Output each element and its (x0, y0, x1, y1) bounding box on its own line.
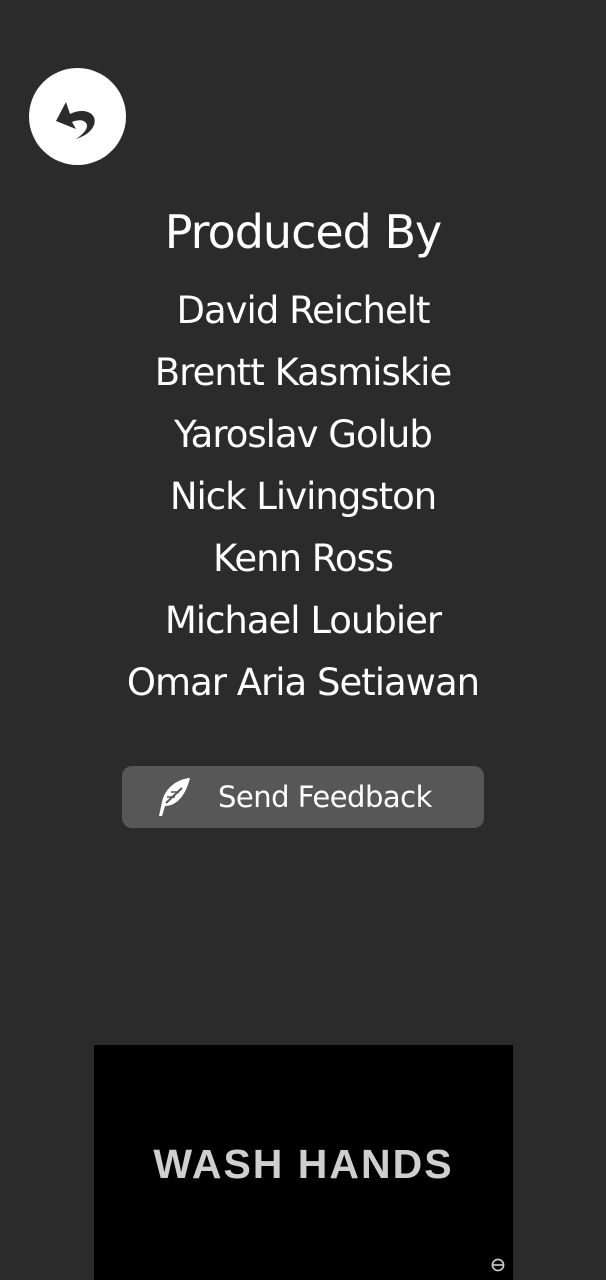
credit-name: Nick Livingston (169, 475, 437, 518)
send-feedback-label: Send Feedback (218, 780, 432, 814)
credit-name: Yaroslav Golub (174, 413, 433, 456)
ad-banner[interactable]: WASH HANDS (94, 1045, 513, 1280)
credits-list: David Reichelt Brentt Kasmiskie Yaroslav… (0, 280, 606, 714)
credit-name: Brentt Kasmiskie (154, 351, 452, 394)
credit-name: Michael Loubier (164, 599, 442, 642)
ad-choices-icon[interactable] (491, 1258, 505, 1272)
credits-section: Produced By David Reichelt Brentt Kasmis… (0, 196, 606, 714)
undo-arrow-icon (55, 101, 95, 139)
send-feedback-button[interactable]: Send Feedback (122, 766, 484, 828)
credits-title: Produced By (164, 205, 443, 259)
credit-name: Kenn Ross (212, 537, 394, 580)
back-button[interactable] (29, 68, 126, 165)
credit-name: Omar Aria Setiawan (126, 661, 480, 704)
feather-icon (154, 775, 194, 819)
credit-name: David Reichelt (176, 289, 430, 332)
ad-text: WASH HANDS (153, 1141, 454, 1187)
